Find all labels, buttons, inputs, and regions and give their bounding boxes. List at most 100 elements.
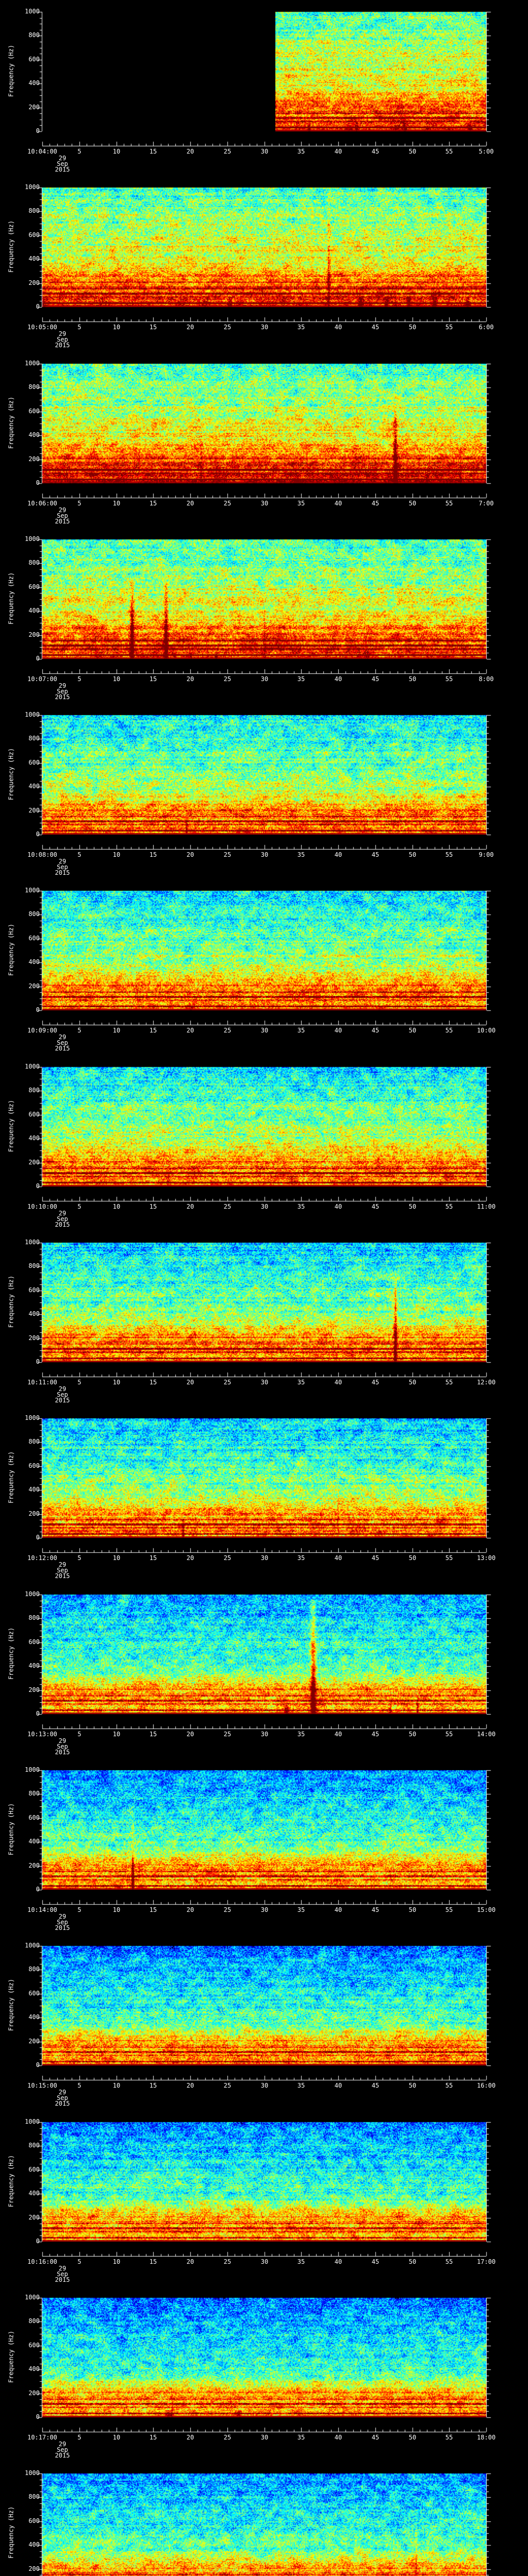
y-tick-label: 200	[28, 1862, 40, 1869]
y-tick-label: 400	[28, 2541, 40, 2548]
y-tick-label: 400	[28, 958, 40, 965]
y-tick-label: 1000	[25, 1590, 40, 1598]
date-year-label: 2015	[55, 1924, 70, 1931]
y-tick-label: 1000	[25, 1414, 40, 1421]
y-tick-label: 600	[28, 1638, 40, 1646]
spectrogram-panel-100700: Frequency (Hz) 0 200 400 600 800 1000 10:07:00 5…	[0, 528, 528, 704]
y-tick-label: 0	[36, 1182, 40, 1190]
date-year-label: 2015	[55, 1045, 70, 1052]
y-tick-label: 200	[28, 807, 40, 814]
y-tick-label: 1000	[25, 2118, 40, 2125]
y-tick-label: 600	[28, 2517, 40, 2524]
date-year-label: 2015	[55, 1749, 70, 1756]
y-tick-label: 200	[28, 982, 40, 990]
y-tick-label: 800	[28, 910, 40, 918]
y-tick-label: 600	[28, 1286, 40, 1294]
y-tick-label: 400	[28, 1310, 40, 1317]
x-end-time-label: 14:00	[476, 1731, 496, 1738]
date-year-label: 2015	[55, 869, 70, 876]
y-tick-label: 800	[28, 1790, 40, 1797]
x-end-time-label: 9:00	[478, 851, 494, 858]
y-tick-label: 800	[28, 383, 40, 391]
x-end-time-label: 13:00	[476, 1554, 496, 1562]
y-tick-label: 1000	[25, 1063, 40, 1070]
y-tick-label: 0	[36, 2238, 40, 2245]
y-tick-label: 200	[28, 2389, 40, 2397]
spectrogram-panel-101300: Frequency (Hz) 0 200 400 600 800 1000 10:13:00 5…	[0, 1583, 528, 1759]
y-tick-label: 400	[28, 1662, 40, 1669]
y-tick-label: 0	[36, 1534, 40, 1541]
y-tick-label: 600	[28, 56, 40, 63]
y-tick-label: 0	[36, 303, 40, 310]
y-tick-label: 0	[36, 1886, 40, 1893]
y-axis-title: Frequency (Hz)	[7, 220, 15, 273]
y-axis-title: Frequency (Hz)	[7, 44, 15, 97]
date-year-label: 2015	[55, 518, 70, 525]
y-tick-label: 0	[36, 831, 40, 838]
spectrogram-panel-100900: Frequency (Hz) 0 200 400 600 800 1000 10:09:00 5…	[0, 879, 528, 1055]
y-axis-title: Frequency (Hz)	[7, 572, 15, 625]
x-end-time-label: 17:00	[476, 2258, 496, 2265]
y-tick-label: 1000	[25, 183, 40, 191]
y-tick-label: 0	[36, 2061, 40, 2069]
y-tick-label: 1000	[25, 2294, 40, 2301]
y-tick-label: 1000	[25, 360, 40, 367]
y-tick-label: 800	[28, 1614, 40, 1621]
spectrogram-panel-100400: Frequency (Hz) 0 200 400 600 800 1000 10:04:00 5…	[0, 0, 528, 176]
spectrogram-panel-101100: Frequency (Hz) 0 200 400 600 800 1000 10:11:00 5…	[0, 1231, 528, 1407]
x-end-time-label: 5:00	[478, 148, 494, 155]
y-tick-label: 400	[28, 2190, 40, 2197]
date-year-label: 2015	[55, 2100, 70, 2107]
y-tick-label: 1000	[25, 1766, 40, 1773]
y-tick-label: 400	[28, 1486, 40, 1493]
y-tick-label: 400	[28, 255, 40, 262]
y-axis-title: Frequency (Hz)	[7, 748, 15, 801]
spectrogram-panel-101600: Frequency (Hz) 0 200 400 600 800 1000 10:16:00 5…	[0, 2110, 528, 2286]
y-tick-label: 200	[28, 1686, 40, 1693]
spectrogram-panel-100600: Frequency (Hz) 0 200 400 600 800 1000 10:06:00 5…	[0, 352, 528, 528]
y-tick-label: 600	[28, 2342, 40, 2349]
y-tick-label: 200	[28, 2038, 40, 2045]
y-tick-label: 800	[28, 207, 40, 214]
y-tick-label: 200	[28, 279, 40, 286]
x-end-time-label: 18:00	[476, 2434, 496, 2441]
y-tick-label: 0	[36, 1358, 40, 1365]
y-axis-title: Frequency (Hz)	[7, 1978, 15, 2031]
spectrogram-panel-101000: Frequency (Hz) 0 200 400 600 800 1000 10:10:00 5…	[0, 1055, 528, 1231]
y-axis-title: Frequency (Hz)	[7, 1451, 15, 1504]
x-end-time-label: 7:00	[478, 500, 494, 507]
y-tick-label: 800	[28, 2317, 40, 2325]
y-tick-label: 600	[28, 1990, 40, 1997]
y-axis-title: Frequency (Hz)	[7, 923, 15, 976]
y-tick-label: 400	[28, 1838, 40, 1845]
y-tick-label: 1000	[25, 8, 40, 15]
spectrogram-panel-101700: Frequency (Hz) 0 200 400 600 800 1000 10:17:00 5…	[0, 2286, 528, 2462]
y-tick-label: 800	[28, 1438, 40, 1445]
y-tick-label: 600	[28, 759, 40, 766]
y-tick-label: 200	[28, 631, 40, 638]
spectrogram-panel-100800: Frequency (Hz) 0 200 400 600 800 1000 10:08:00 5…	[0, 703, 528, 879]
y-tick-label: 600	[28, 935, 40, 942]
y-tick-label: 600	[28, 1462, 40, 1469]
date-year-label: 2015	[55, 166, 70, 173]
y-tick-label: 600	[28, 231, 40, 239]
y-tick-label: 1000	[25, 711, 40, 718]
y-tick-label: 1000	[25, 535, 40, 543]
y-axis-title: Frequency (Hz)	[7, 1803, 15, 1856]
x-end-time-label: 12:00	[476, 1379, 496, 1386]
y-tick-label: 800	[28, 1087, 40, 1094]
y-axis-title: Frequency (Hz)	[7, 1275, 15, 1328]
y-tick-label: 400	[28, 607, 40, 614]
y-tick-label: 400	[28, 1134, 40, 1142]
y-tick-label: 400	[28, 431, 40, 438]
y-tick-label: 600	[28, 583, 40, 590]
y-tick-label: 200	[28, 2214, 40, 2221]
y-tick-label: 200	[28, 1334, 40, 1342]
y-tick-label: 200	[28, 2565, 40, 2572]
y-tick-label: 0	[36, 479, 40, 486]
x-end-time-label: 16:00	[476, 2082, 496, 2089]
y-tick-label: 0	[36, 1006, 40, 1013]
y-tick-label: 200	[28, 1510, 40, 1517]
date-year-label: 2015	[55, 1221, 70, 1228]
y-axis-title: Frequency (Hz)	[7, 1099, 15, 1153]
